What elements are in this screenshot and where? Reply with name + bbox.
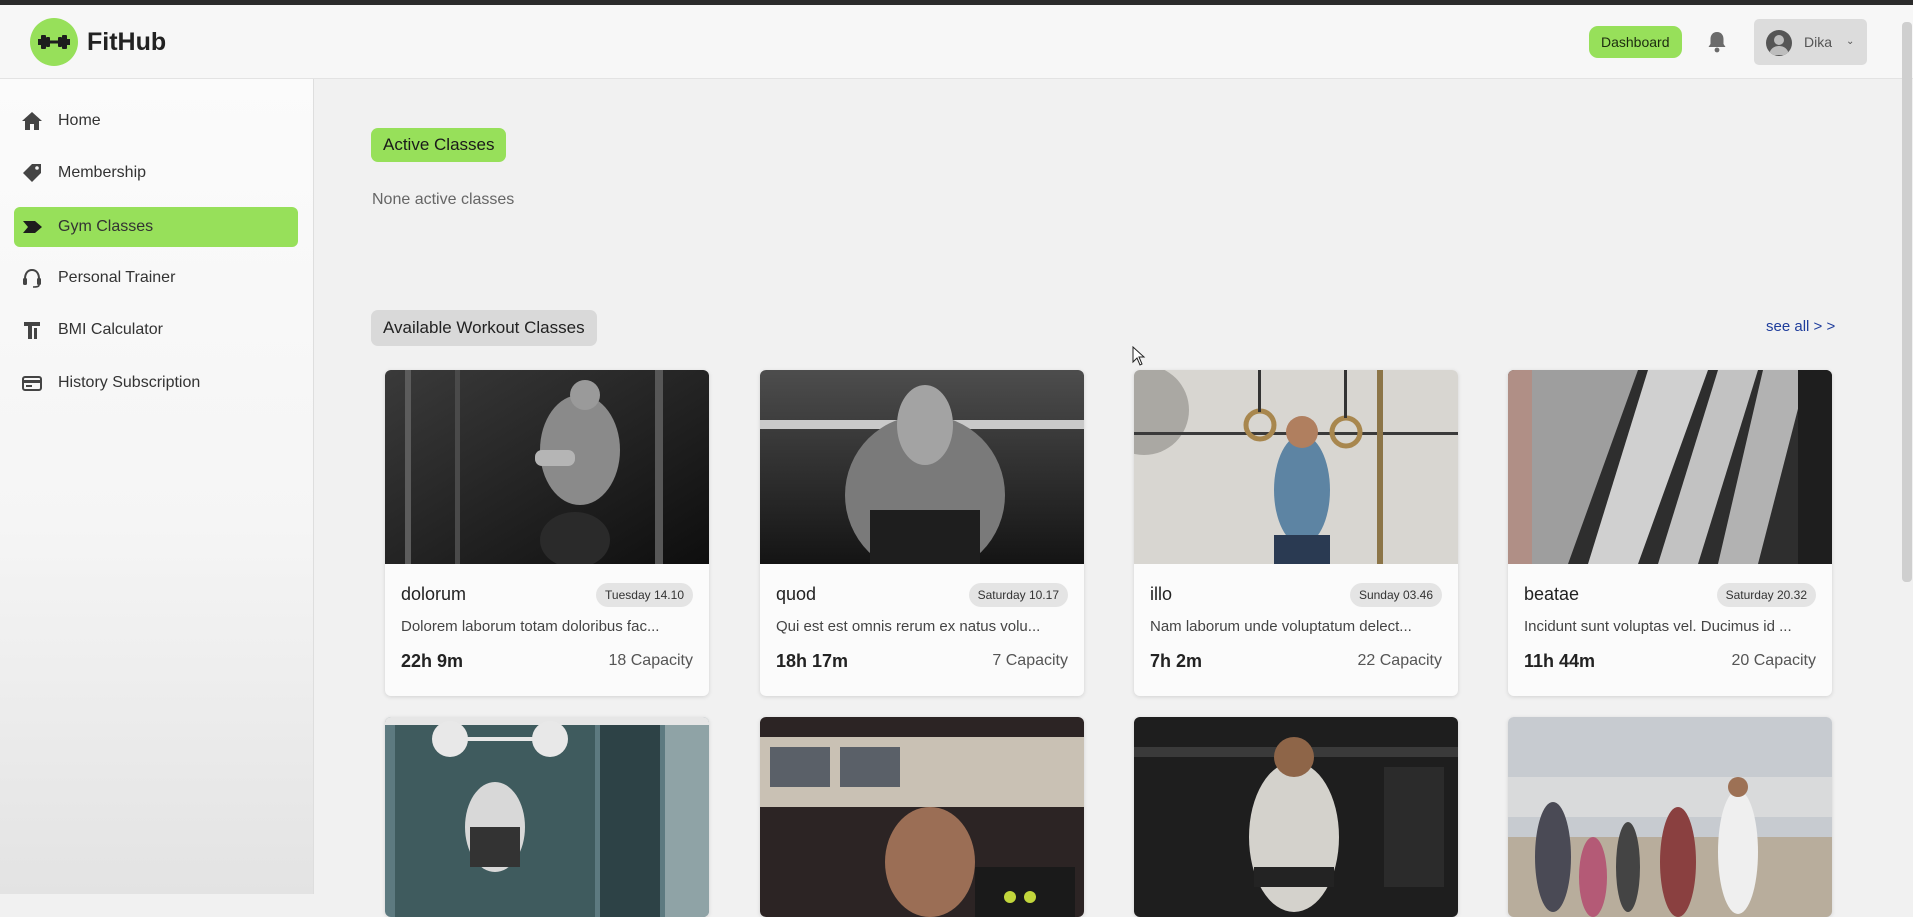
sidebar-item-label: Membership — [58, 164, 147, 181]
home-icon — [20, 109, 44, 133]
mouse-cursor-icon — [1132, 345, 1146, 371]
avatar — [1766, 30, 1792, 56]
time-left: 22h 9m — [401, 651, 464, 671]
class-description: Nam laborum unde voluptatum delect... — [1150, 618, 1412, 635]
logo[interactable]: FitHub — [30, 18, 166, 66]
time-left: 7h 2m — [1150, 651, 1203, 671]
active-classes-title: Active Classes — [371, 128, 507, 162]
capacity: 22 Capacity — [1357, 652, 1443, 669]
capacity: 18 Capacity — [608, 652, 694, 669]
active-classes-empty: None active classes — [372, 191, 515, 208]
schedule-badge: Saturday 20.32 — [1716, 583, 1816, 607]
class-card[interactable]: quod Saturday 10.17 Qui est est omnis re… — [760, 370, 1084, 696]
schedule-badge: Saturday 10.17 — [968, 583, 1068, 607]
class-title: quod — [776, 584, 817, 604]
dumbbell-icon — [30, 18, 78, 66]
user-name: Dika — [1804, 34, 1833, 50]
class-description: Qui est est omnis rerum ex natus volu... — [776, 618, 1041, 635]
class-image — [1134, 717, 1458, 917]
app-title: FitHub — [87, 27, 167, 56]
sidebar-item-label: BMI Calculator — [58, 321, 163, 338]
bell-icon[interactable] — [1706, 30, 1728, 54]
class-image — [385, 717, 709, 917]
calculator-icon — [20, 318, 44, 342]
sidebar-item-home[interactable]: Home — [14, 101, 298, 141]
sidebar-item-label: History Subscription — [58, 374, 201, 391]
class-card[interactable] — [1134, 717, 1458, 917]
card-icon — [20, 371, 44, 395]
see-all-link[interactable]: see all > > — [1766, 318, 1835, 335]
time-left: 18h 17m — [776, 651, 849, 671]
class-description: Dolorem laborum totam doloribus fac... — [401, 618, 660, 635]
class-card[interactable]: beatae Saturday 20.32 Incidunt sunt volu… — [1508, 370, 1832, 696]
chevron-down-icon: ⌄ — [1846, 36, 1855, 47]
class-card[interactable] — [1508, 717, 1832, 917]
sidebar-item-bmi-calculator[interactable]: BMI Calculator — [14, 310, 298, 350]
class-card[interactable]: illo Sunday 03.46 Nam laborum unde volup… — [1134, 370, 1458, 696]
user-menu-button[interactable]: Dika ⌄ — [1754, 19, 1867, 65]
sidebar-item-label: Personal Trainer — [58, 269, 176, 286]
class-image — [1508, 370, 1832, 564]
class-image — [385, 370, 709, 568]
schedule-badge: Tuesday 14.10 — [596, 583, 693, 607]
class-image — [760, 370, 1084, 575]
class-title: beatae — [1524, 584, 1580, 604]
class-card[interactable] — [385, 717, 709, 917]
class-image — [760, 717, 1084, 917]
class-image — [1508, 717, 1832, 917]
capacity: 20 Capacity — [1731, 652, 1817, 669]
tag-icon — [20, 161, 44, 185]
available-classes-title: Available Workout Classes — [371, 310, 597, 346]
schedule-badge: Sunday 03.46 — [1349, 583, 1442, 607]
scrollbar[interactable] — [1902, 22, 1912, 582]
header: FitHub Dashboard Dika ⌄ — [0, 5, 1913, 79]
class-image — [1134, 370, 1458, 564]
sidebar: Home Membership Gym Classes Personal Tra… — [0, 79, 314, 894]
class-title: dolorum — [401, 584, 467, 604]
headset-icon — [20, 266, 44, 290]
dashboard-button[interactable]: Dashboard — [1589, 26, 1682, 58]
main-content: Active Classes None active classes Avail… — [314, 79, 1904, 917]
label-arrow-icon — [20, 215, 44, 239]
class-description: Incidunt sunt voluptas vel. Ducimus id .… — [1524, 618, 1792, 635]
sidebar-item-gym-classes[interactable]: Gym Classes — [14, 207, 298, 247]
sidebar-item-label: Gym Classes — [58, 218, 154, 235]
class-card[interactable]: dolorum Tuesday 14.10 Dolorem laborum to… — [385, 370, 709, 696]
sidebar-item-personal-trainer[interactable]: Personal Trainer — [14, 258, 298, 298]
class-title: illo — [1150, 584, 1173, 604]
capacity: 7 Capacity — [992, 652, 1068, 669]
sidebar-item-history-subscription[interactable]: History Subscription — [14, 363, 298, 403]
sidebar-item-label: Home — [58, 112, 101, 129]
time-left: 11h 44m — [1524, 651, 1596, 671]
class-card[interactable] — [760, 717, 1084, 917]
sidebar-item-membership[interactable]: Membership — [14, 153, 298, 193]
